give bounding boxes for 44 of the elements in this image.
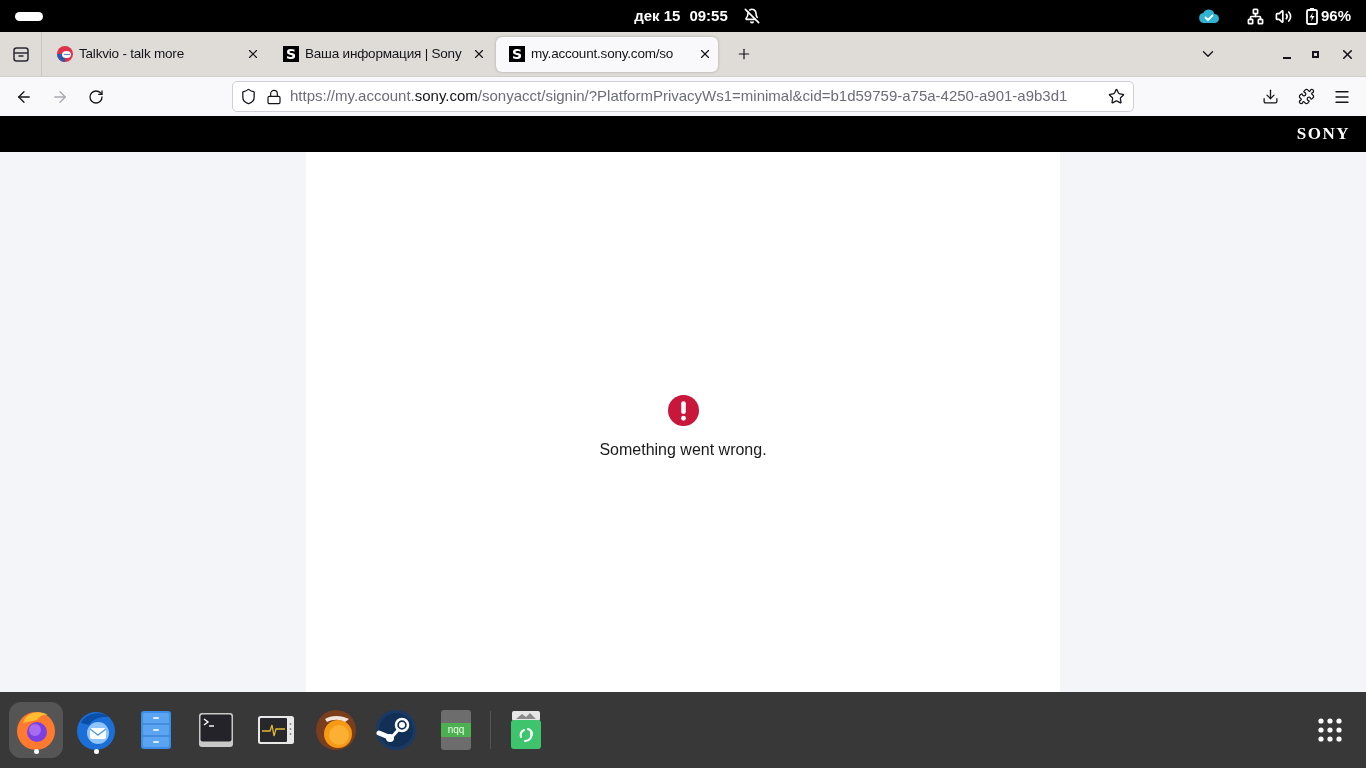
site-logo[interactable]: SONY [1296, 121, 1350, 147]
terminal-icon [199, 713, 233, 747]
error-icon [667, 394, 699, 426]
network-icon[interactable] [1246, 7, 1264, 25]
dock-app-button[interactable] [9, 702, 63, 758]
close-icon [698, 47, 712, 61]
download-icon [1261, 88, 1279, 105]
activities-indicator[interactable] [15, 11, 43, 21]
notifications-off-icon[interactable] [743, 8, 760, 24]
address-bar[interactable]: https://my.account.sony.com/sonyacct/signin/?PlatformPrivacyWs1=minimal&cid=b1d59759-a75a-4250-a901-a9b3d1 [232, 81, 1134, 112]
plus-icon [736, 46, 752, 62]
recycle-bin-icon [511, 711, 541, 749]
reload-icon [88, 88, 104, 105]
piston-logo-icon [375, 709, 417, 751]
date-text[interactable]: дек 15 [634, 4, 681, 28]
letter-favicon: S [283, 46, 299, 62]
orb-app-icon [315, 709, 357, 751]
file-cabinet-icon [141, 711, 171, 749]
volume-icon[interactable] [1274, 7, 1292, 25]
browser-tab[interactable]: S my.account.sony.com/so [496, 36, 718, 72]
fox-globe-icon [15, 709, 57, 751]
clock-text[interactable]: 09:55 [689, 4, 728, 28]
chat-bubble-icon [57, 46, 73, 62]
notebook-label: nqq [447, 725, 465, 735]
puzzle-icon [1297, 88, 1315, 105]
minimize-icon [1283, 57, 1291, 59]
close-icon [246, 47, 260, 61]
star-icon [1108, 88, 1125, 105]
tray-icon [12, 46, 29, 62]
bookmark-button[interactable] [1106, 86, 1127, 107]
maximize-icon [1311, 50, 1319, 58]
shield-icon[interactable] [240, 88, 257, 105]
error-message: Something went wrong. [599, 439, 767, 460]
bird-mail-icon [75, 709, 117, 751]
lock-icon[interactable] [266, 88, 282, 105]
browser-tab[interactable]: Talkvio - talk more [44, 36, 266, 72]
battery-charging-icon[interactable] [1305, 7, 1318, 25]
close-icon [472, 47, 486, 61]
battery-percent-text[interactable]: 96% [1320, 4, 1351, 28]
pulse-monitor-icon [258, 716, 294, 744]
letter-favicon: S [509, 46, 525, 62]
app-grid-icon [1318, 718, 1342, 742]
cloud-check-icon[interactable] [1198, 9, 1219, 23]
browser-tab[interactable]: S Ваша информация | Sony [270, 36, 492, 72]
